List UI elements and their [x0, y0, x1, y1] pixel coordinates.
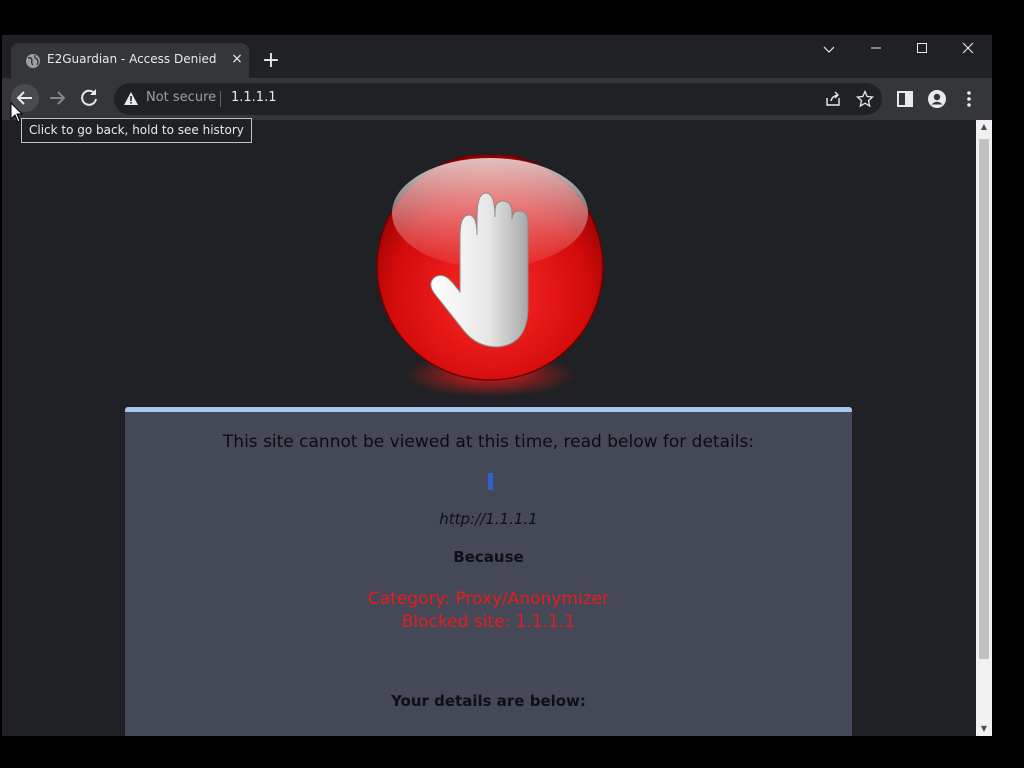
reload-icon[interactable] — [74, 83, 104, 113]
reason-category: Category: Proxy/Anonymizer — [367, 589, 610, 609]
block-heading: This site cannot be viewed at this time,… — [222, 432, 755, 452]
block-details-panel: This site cannot be viewed at this time,… — [125, 407, 852, 736]
reason-site: Blocked site: 1.1.1.1 — [401, 612, 576, 632]
side-panel-icon[interactable] — [895, 89, 915, 109]
minimize-button[interactable] — [853, 35, 899, 65]
because-label: Because — [453, 548, 524, 566]
scroll-down-icon[interactable]: ▼ — [976, 722, 992, 736]
page-content: This site cannot be viewed at this time,… — [2, 120, 976, 736]
scroll-up-icon[interactable]: ▲ — [976, 120, 992, 134]
blocked-url: http://1.1.1.1 — [439, 510, 538, 528]
address-text[interactable]: 1.1.1.1 — [231, 90, 276, 105]
close-window-button[interactable] — [945, 35, 991, 65]
tab-title: E2Guardian - Access Denied — [47, 52, 217, 66]
maximize-button[interactable] — [899, 35, 945, 65]
profile-icon[interactable] — [927, 89, 947, 109]
tab-search-button[interactable] — [806, 35, 852, 65]
security-label[interactable]: Not secure — [146, 90, 216, 105]
tab-close-icon[interactable]: × — [227, 49, 247, 69]
kebab-menu-icon[interactable] — [959, 89, 979, 109]
maximize-icon — [917, 43, 927, 53]
star-icon[interactable] — [856, 90, 874, 108]
stop-hand-icon — [376, 155, 604, 397]
tab-strip: E2Guardian - Access Denied × + — [2, 35, 992, 78]
back-button-tooltip: Click to go back, hold to see history — [21, 118, 252, 143]
new-tab-button[interactable]: + — [259, 49, 283, 73]
tab-e2guardian[interactable]: E2Guardian - Access Denied × — [11, 43, 249, 78]
chevron-down-icon — [823, 46, 835, 53]
close-icon — [962, 42, 974, 54]
details-heading: Your details are below: — [391, 692, 586, 710]
browser-toolbar: Not secure 1.1.1.1 — [2, 78, 992, 120]
warning-triangle-icon[interactable] — [123, 91, 139, 107]
text-marker — [488, 473, 493, 490]
share-icon[interactable] — [824, 90, 842, 108]
block-reason: Category: Proxy/Anonymizer Blocked site:… — [125, 588, 852, 634]
vertical-scrollbar[interactable]: ▲ ▼ — [976, 120, 992, 736]
arrow-right-icon[interactable] — [42, 83, 72, 113]
mouse-cursor-icon — [10, 102, 24, 123]
globe-icon — [26, 54, 40, 68]
scrollbar-thumb[interactable] — [979, 139, 989, 659]
minimize-icon — [871, 47, 881, 49]
address-separator — [220, 91, 221, 107]
address-bar[interactable]: Not secure 1.1.1.1 — [114, 83, 882, 115]
